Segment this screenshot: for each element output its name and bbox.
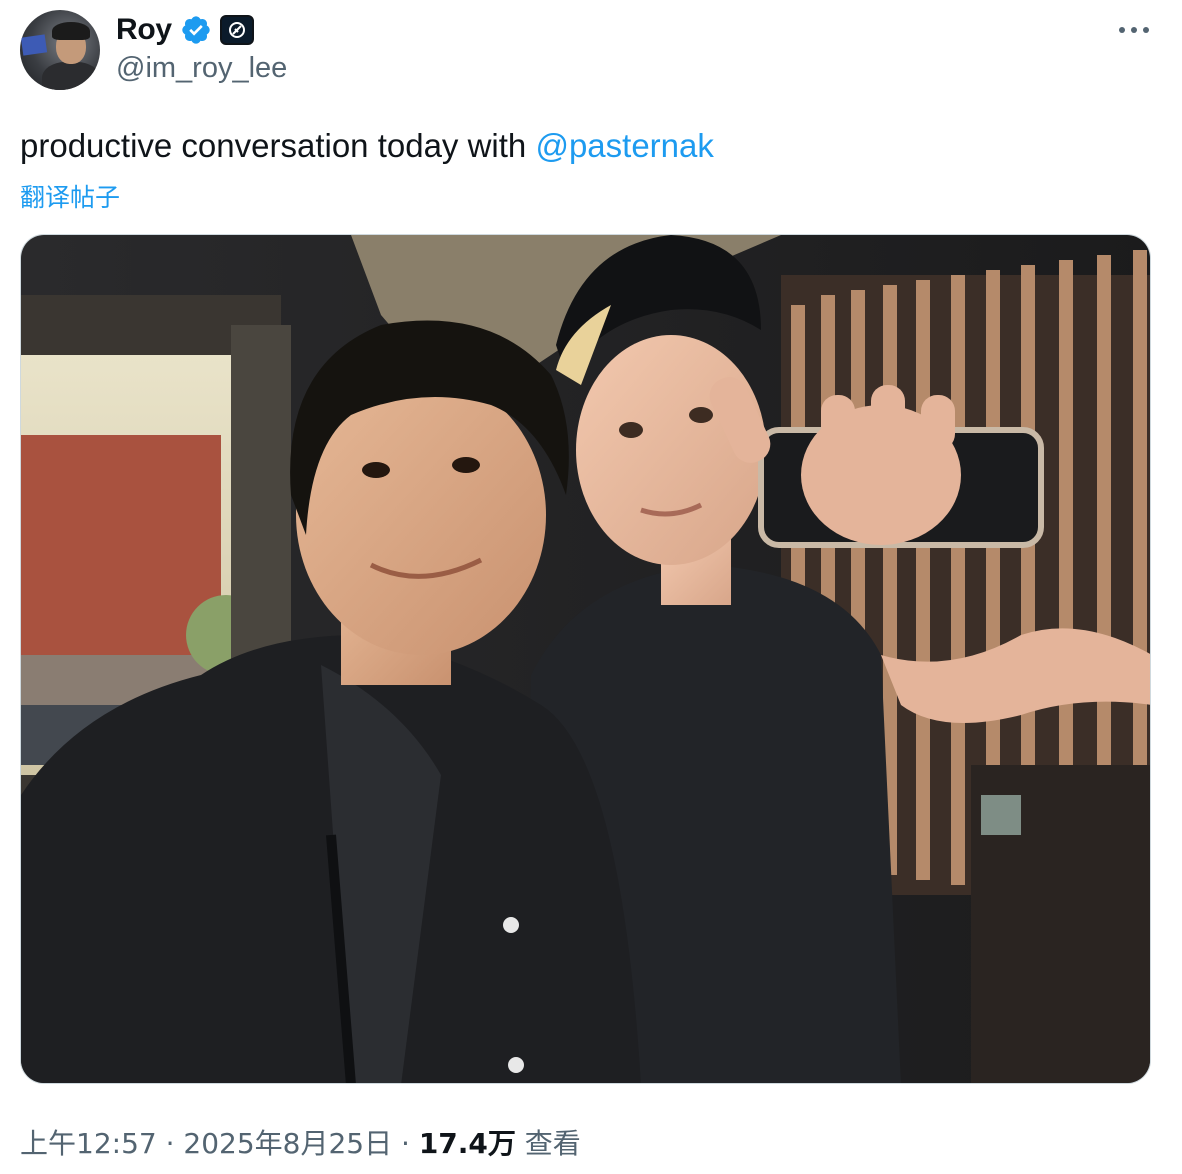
tweet-text: productive conversation today with @past… — [20, 126, 714, 166]
more-options-icon[interactable] — [1112, 20, 1156, 40]
translate-post-link[interactable]: 翻译帖子 — [20, 178, 120, 214]
views-count[interactable]: 17.4万 — [419, 1127, 516, 1160]
avatar-hair — [52, 22, 90, 40]
affiliate-badge-icon[interactable] — [219, 15, 254, 45]
author-handle[interactable]: @im_roy_lee — [116, 52, 287, 85]
more-dot — [1119, 27, 1125, 33]
views-label: 查看 — [515, 1127, 581, 1160]
author-name-row: Roy — [116, 12, 254, 48]
more-dot — [1143, 27, 1149, 33]
tweet-date[interactable]: 2025年8月25日 — [183, 1127, 392, 1160]
avatar-body — [42, 62, 100, 90]
avatar[interactable] — [20, 10, 100, 90]
selfie-photo-illustration — [21, 235, 1150, 1083]
more-dot — [1131, 27, 1137, 33]
meta-separator: · — [392, 1127, 419, 1160]
mention-link[interactable]: @pasternak — [535, 127, 713, 164]
tweet-meta: 上午12:57 · 2025年8月25日 · 17.4万 查看 — [20, 1122, 581, 1162]
avatar-sign — [20, 34, 48, 56]
tweet-time[interactable]: 上午12:57 — [20, 1127, 157, 1160]
tweet-body: productive conversation today with — [20, 127, 536, 164]
author-display-name[interactable]: Roy — [116, 13, 172, 47]
meta-separator: · — [156, 1127, 184, 1160]
verified-badge-icon[interactable] — [180, 14, 212, 46]
tweet: Roy @im_roy_lee productive conversation … — [0, 0, 1182, 1174]
tweet-photo[interactable] — [20, 234, 1151, 1084]
